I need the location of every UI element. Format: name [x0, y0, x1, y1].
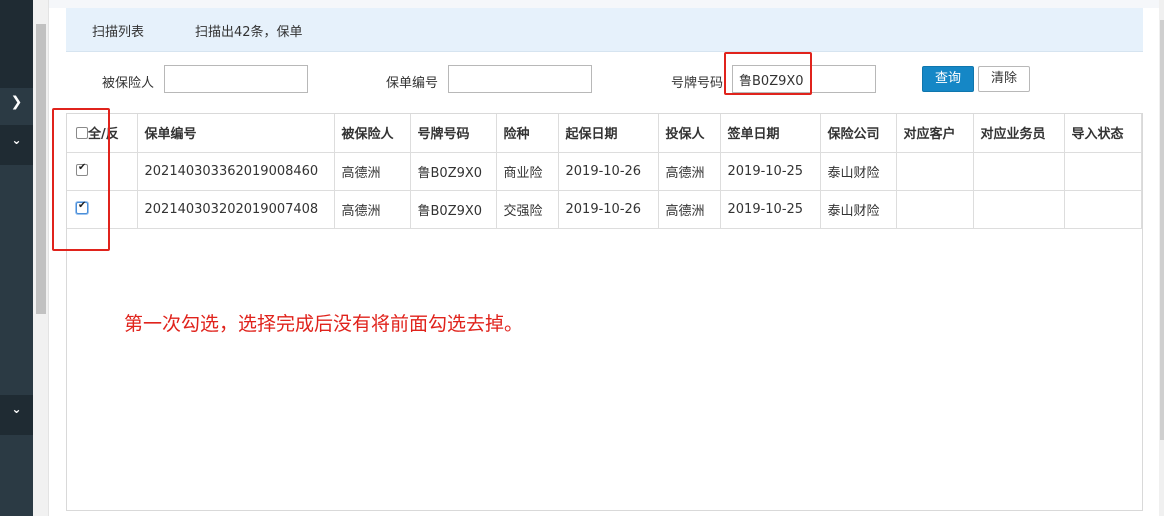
import-status-cell [1063, 151, 1142, 191]
column-header[interactable]: 起保日期 [557, 114, 659, 153]
import-status-cell [1063, 189, 1142, 229]
insured-label: 被保险人 [102, 76, 155, 91]
salesperson-cell [972, 189, 1065, 229]
sidebar: ❯ ⌄ ⌄ [0, 0, 33, 516]
customer-cell [895, 189, 974, 229]
company-cell: 泰山财险 [819, 151, 897, 191]
policy-no-label: 保单编号 [386, 76, 439, 91]
column-header[interactable]: 签单日期 [719, 114, 821, 153]
type-cell: 交强险 [495, 189, 559, 229]
left-scrollbar-thumb[interactable] [36, 24, 46, 314]
query-button[interactable]: 查询 [922, 66, 974, 92]
header-bar: 扫描列表 扫描出42条，保单 [66, 8, 1143, 52]
clear-button[interactable]: 清除 [978, 66, 1030, 92]
plate-label: 号牌号码 [671, 76, 724, 91]
plate-cell: 鲁B0Z9X0 [409, 151, 497, 191]
start-date-cell: 2019-10-26 [557, 151, 659, 191]
customer-cell [895, 151, 974, 191]
annotation-highlight-plate [724, 52, 812, 95]
column-header[interactable]: 对应客户 [895, 114, 974, 153]
top-strip [49, 0, 1159, 8]
chevron-right-icon[interactable]: ❯ [0, 94, 33, 110]
sign-date-cell: 2019-10-25 [719, 189, 821, 229]
annotation-text: 第一次勾选，选择完成后没有将前面勾选去掉。 [124, 313, 524, 335]
results-table: 全/反 保单编号 被保险人 号牌号码 险种 起保日期 投保人 签单日期 保险公司… [67, 114, 1142, 229]
table-row[interactable]: 202140303202019007408 高德洲 鲁B0Z9X0 交强险 20… [67, 189, 1142, 229]
sign-date-cell: 2019-10-25 [719, 151, 821, 191]
annotation-highlight-checkboxes [52, 108, 110, 251]
column-header[interactable]: 投保人 [657, 114, 721, 153]
scan-result-summary: 扫描出42条，保单 [195, 25, 303, 40]
tab-scan-list[interactable]: 扫描列表 [92, 21, 144, 40]
table-row[interactable]: 202140303362019008460 高德洲 鲁B0Z9X0 商业险 20… [67, 151, 1142, 191]
company-cell: 泰山财险 [819, 189, 897, 229]
column-header[interactable]: 导入状态 [1063, 114, 1142, 153]
chevron-down-icon[interactable]: ⌄ [0, 133, 33, 147]
applicant-cell: 高德洲 [657, 189, 721, 229]
column-header[interactable]: 险种 [495, 114, 559, 153]
start-date-cell: 2019-10-26 [557, 189, 659, 229]
plate-cell: 鲁B0Z9X0 [409, 189, 497, 229]
app-window: ❯ ⌄ ⌄ 扫描列表 扫描出42条，保单 被保险人 保单编号 号牌号码 查询 清… [0, 0, 1164, 516]
column-header[interactable]: 保险公司 [819, 114, 897, 153]
right-scrollbar-thumb[interactable] [1160, 20, 1164, 440]
applicant-cell: 高德洲 [657, 151, 721, 191]
policy-no-cell: 202140303362019008460 [136, 151, 335, 191]
table-header-row: 全/反 保单编号 被保险人 号牌号码 险种 起保日期 投保人 签单日期 保险公司… [67, 114, 1142, 153]
type-cell: 商业险 [495, 151, 559, 191]
policy-no-input[interactable] [448, 65, 592, 93]
insured-cell: 高德洲 [333, 151, 411, 191]
insured-cell: 高德洲 [333, 189, 411, 229]
policy-no-cell: 202140303202019007408 [136, 189, 335, 229]
salesperson-cell [972, 151, 1065, 191]
column-header[interactable]: 对应业务员 [972, 114, 1065, 153]
chevron-down-icon[interactable]: ⌄ [0, 402, 33, 416]
column-header[interactable]: 保单编号 [136, 114, 335, 153]
sidebar-band-top [0, 0, 33, 88]
column-header[interactable]: 号牌号码 [409, 114, 497, 153]
insured-input[interactable] [164, 65, 308, 93]
column-header[interactable]: 被保险人 [333, 114, 411, 153]
